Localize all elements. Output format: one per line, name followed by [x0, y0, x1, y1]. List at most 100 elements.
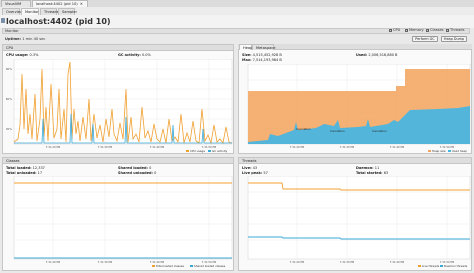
legend-swatch-daemon	[440, 265, 443, 267]
daemon-label: Daemon:	[356, 166, 374, 170]
heap-dump-label: Heap Dump	[443, 37, 465, 41]
annotation: Invocation	[330, 129, 345, 133]
heap-size: Size: 4,515,452,928 B	[242, 53, 282, 57]
x-tick-label: 7:31:30 PM	[98, 260, 113, 264]
legend-daemon: Daemon threads	[444, 264, 468, 268]
y-tick-label: 30%	[6, 127, 13, 131]
shared-unloaded-label: Shared unloaded:	[118, 171, 153, 175]
gc-activity-label: GC activity:	[118, 53, 141, 57]
monitor-icon	[1, 18, 5, 23]
x-tick-label: 7:31:20 PM	[46, 260, 61, 264]
legend-swatch-live	[418, 265, 421, 267]
heap-dump-button[interactable]: Heap Dump	[441, 36, 467, 42]
x-tick-label: 7:31:30 PM	[98, 145, 113, 149]
cpu-chart: 90% 60% 30% 7:31:20 PM 7:31:30 PM 7:31:4…	[6, 59, 233, 153]
legend-total-loaded: Total loaded classes	[155, 264, 184, 268]
perform-gc-button[interactable]: Perform GC	[412, 36, 438, 42]
cpu-checkbox[interactable]: ✓	[389, 28, 393, 32]
tab-sampler[interactable]: Sampler	[58, 8, 77, 15]
legend-swatch-cpu	[186, 150, 189, 152]
live-threads: Live: 43	[242, 166, 257, 170]
gc-activity: GC activity: 0.0%	[118, 53, 151, 57]
perform-gc-label: Perform GC	[415, 37, 435, 41]
total-unloaded-label: Total unloaded:	[6, 171, 37, 175]
cpu-usage: CPU usage: 0.3%	[6, 53, 38, 57]
shared-loaded-label: Shared loaded:	[118, 166, 148, 170]
legend-swatch-heap-size	[428, 150, 431, 152]
threads-checkbox[interactable]: ✓	[446, 28, 450, 32]
tab-monitor-label: Monitor	[25, 10, 39, 14]
uptime-label: Uptime:	[5, 37, 22, 41]
legend-heap-size: Heap size	[432, 149, 446, 153]
legend-swatch-total-loaded	[152, 265, 155, 267]
live-peak: Live peak: 57	[242, 171, 268, 175]
x-tick-label: 7:31:20 PM	[46, 145, 61, 149]
plot-area	[247, 176, 471, 260]
x-tick-label: 7:31:40 PM	[150, 145, 165, 149]
tab-overview[interactable]: Overview	[2, 8, 23, 15]
heap-chart: Invocation Invocation Invocation 7:31:20…	[247, 64, 471, 153]
annotation: Invocation	[372, 129, 387, 133]
close-icon[interactable]: ✕	[80, 2, 83, 6]
legend-cpu: CPU usage	[190, 149, 205, 153]
daemon-threads: Daemon: 11	[356, 166, 379, 170]
total-unloaded: Total unloaded: 17	[6, 171, 42, 175]
total-unloaded-value: 17	[37, 171, 43, 175]
plot-area	[13, 59, 233, 145]
daemon-value: 11	[374, 166, 380, 170]
cpu-panel-header: CPU	[3, 45, 233, 51]
cpu-checkbox-label: CPU	[393, 28, 401, 33]
x-tick-label: 7:31:30 PM	[340, 145, 355, 149]
tab-metaspace[interactable]: Metaspace	[252, 44, 276, 50]
classes-panel-title: Classes	[6, 159, 20, 163]
plot-area	[13, 176, 233, 260]
tab-heap[interactable]: Heap	[239, 44, 252, 50]
legend-shared-loaded: Shared loaded classes	[194, 264, 226, 268]
threads-panel-header: Threads	[239, 158, 471, 164]
memory-checkbox-label: Memory	[409, 28, 424, 33]
live-peak-label: Live peak:	[242, 171, 263, 175]
y-tick-label: 90%	[6, 67, 13, 71]
gc-activity-value: 0.0%	[141, 53, 151, 57]
heap-max-value: 7,514,193,984 B	[252, 58, 282, 62]
tab-threads-label: Threads	[44, 10, 59, 14]
heap-max: Max: 7,514,193,984 B	[242, 58, 282, 62]
x-tick-label: 7:31:40 PM	[390, 145, 405, 149]
classes-checkbox-label: Classes	[430, 28, 444, 33]
shared-unloaded-value: 0	[154, 171, 157, 175]
x-tick-label: 7:31:20 PM	[290, 260, 305, 264]
x-tick-label: 7:31:30 PM	[340, 260, 355, 264]
tab-monitor[interactable]: Monitor	[21, 8, 39, 15]
x-tick-label: 7:31:20 PM	[290, 145, 305, 149]
x-tick-label: 7:31:40 PM	[390, 260, 405, 264]
total-loaded-label: Total loaded:	[6, 166, 32, 170]
legend-swatch-gc	[208, 150, 211, 152]
heap-used-label: Used:	[356, 53, 368, 57]
memory-checkbox[interactable]: ✓	[405, 28, 409, 32]
tab-heap-label: Heap	[243, 46, 253, 50]
classes-checkbox[interactable]: ✓	[426, 28, 430, 32]
tab-threads[interactable]: Threads	[40, 8, 59, 15]
tab-label: localhost:4402 (pid 10)	[36, 2, 78, 6]
heap-used: Used: 2,006,516,880 B	[356, 53, 397, 57]
tab-localhost[interactable]: localhost:4402 (pid 10) ✕	[32, 0, 88, 7]
uptime: Uptime: 1 min 40 sec	[5, 37, 45, 41]
total-loaded-value: 12,337	[32, 166, 45, 170]
live-peak-value: 57	[263, 171, 268, 175]
tab-metaspace-label: Metaspace	[256, 46, 276, 50]
threads-chart: 7:31:20 PM 7:31:30 PM 7:31:40 PM 7:31:50…	[247, 176, 471, 268]
threads-checkbox-label: Threads	[450, 28, 465, 33]
legend-swatch-shared-loaded	[190, 265, 193, 267]
legend-live: Live threads	[422, 264, 440, 268]
cpu-usage-label: CPU usage:	[6, 53, 29, 57]
threads-panel-title: Threads	[242, 159, 257, 163]
cpu-panel-title: CPU	[6, 46, 14, 50]
legend-used-heap: Used heap	[452, 149, 467, 153]
heap-size-value: 4,515,452,928 B	[252, 53, 282, 57]
annotation: Invocation	[296, 127, 311, 131]
legend-gc: GC activity	[212, 149, 228, 153]
tab-visualvm[interactable]: VisualVM	[1, 0, 31, 7]
tab-sampler-label: Sampler	[62, 10, 77, 14]
uptime-value: 1 min 40 sec	[22, 37, 46, 41]
shared-loaded: Shared loaded: 0	[118, 166, 151, 170]
